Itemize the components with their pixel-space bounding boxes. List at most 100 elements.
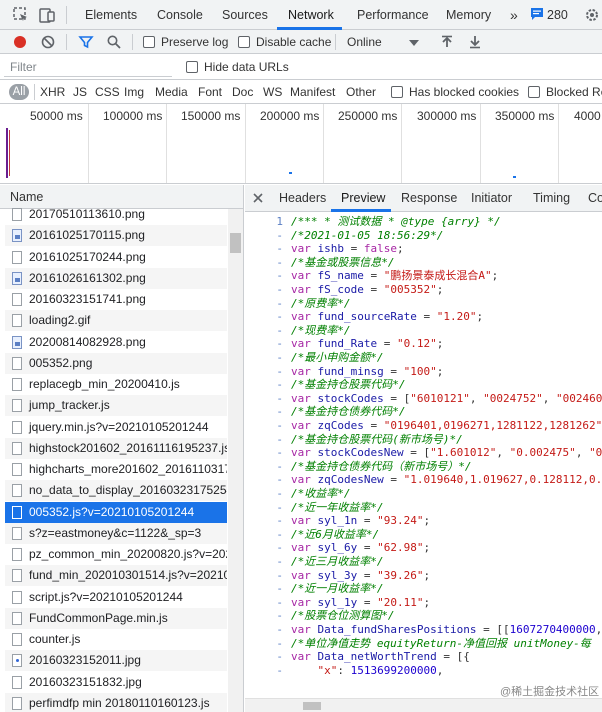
request-name: s?z=eastmoney&c=1122&_sp=3: [29, 525, 202, 540]
code-line: - var fund_minsg = "100";: [245, 365, 602, 379]
type-media-button[interactable]: Media: [155, 84, 188, 100]
code-token: ;: [423, 568, 431, 582]
tab-initiator[interactable]: Initiator: [471, 191, 512, 205]
record-icon[interactable]: [12, 34, 28, 50]
tab-elements[interactable]: Elements: [85, 0, 137, 30]
code-line: -/*近一年收益率*/: [245, 501, 602, 515]
request-row[interactable]: 20161025170244.png: [5, 247, 227, 268]
request-row[interactable]: no_data_to_display_20160323175254.: [5, 480, 227, 502]
more-tabs-button[interactable]: »: [510, 0, 518, 30]
tab-preview[interactable]: Preview: [341, 191, 385, 205]
type-font-button[interactable]: Font: [198, 84, 222, 100]
response-preview-code[interactable]: 1/*** * 测试数据 * @type {arry} */-/*2021-01…: [245, 213, 602, 698]
code-token: /*2021-01-05 18:56:29*/: [291, 228, 444, 242]
request-row[interactable]: FundCommonPage.min.js: [5, 607, 227, 629]
request-row[interactable]: perfimdfp min 20180110160123.js: [5, 692, 227, 712]
has-blocked-cookies-checkbox[interactable]: [391, 86, 403, 98]
request-row[interactable]: counter.js: [5, 629, 227, 650]
request-row[interactable]: 20170510113610.png: [5, 204, 227, 225]
request-row[interactable]: 005352.png: [5, 352, 227, 374]
code-token: var: [291, 595, 318, 609]
device-toolbar-icon[interactable]: [38, 6, 56, 24]
request-row[interactable]: 20200814082928.png: [5, 332, 227, 353]
timeline-gridline: [401, 104, 402, 183]
code-token: = [: [403, 446, 431, 460]
request-row[interactable]: s?z=eastmoney&c=1122&_sp=3: [5, 522, 227, 544]
tab-memory[interactable]: Memory: [446, 0, 491, 30]
code-token: var: [291, 310, 318, 324]
code-token: var: [291, 391, 318, 405]
request-row[interactable]: pz_common_min_20200820.js?v=202: [5, 544, 227, 565]
request-list-scrollbar[interactable]: [228, 209, 243, 712]
code-text: var syl_1y = "20.11";: [291, 596, 430, 610]
request-row-selected[interactable]: 005352.js?v=20210105201244: [5, 501, 227, 523]
tab-network[interactable]: Network: [288, 0, 334, 30]
timeline-tick-label: 250000 ms: [338, 109, 398, 123]
request-row[interactable]: 20160323151741.png: [5, 289, 227, 310]
code-text: var syl_3y = "39.26";: [291, 569, 430, 583]
settings-icon[interactable]: [584, 7, 600, 23]
filter-input[interactable]: [4, 58, 172, 77]
type-doc-button[interactable]: Doc: [232, 84, 253, 100]
type-js-button[interactable]: JS: [73, 84, 87, 100]
code-token: ;: [423, 541, 431, 555]
request-name: highstock201602_20161116195237.js: [29, 440, 227, 455]
disable-cache-checkbox[interactable]: [238, 36, 250, 48]
tab-console[interactable]: Console: [157, 0, 203, 30]
code-token: ;: [476, 310, 484, 324]
request-row[interactable]: script.js?v=20210105201244: [5, 587, 227, 608]
code-line: -/*基金持仓股票代码*/: [245, 378, 602, 392]
filter-icon[interactable]: [78, 34, 94, 50]
request-row[interactable]: jump_tracker.js: [5, 395, 227, 417]
search-icon[interactable]: [106, 34, 122, 50]
request-row[interactable]: 20160323151832.jpg: [5, 672, 227, 693]
messages-count[interactable]: 280: [547, 0, 568, 30]
preview-scroll-thumb[interactable]: [303, 702, 321, 710]
type-ws-button[interactable]: WS: [263, 84, 282, 100]
code-line: -/*收益率*/: [245, 487, 602, 501]
tab-cookies[interactable]: Co: [588, 191, 602, 205]
hide-data-urls-checkbox[interactable]: [186, 61, 198, 73]
request-row[interactable]: replacegb_min_20200410.js: [5, 374, 227, 395]
code-text: var fund_Rate = "0.12";: [291, 337, 443, 351]
line-number: -: [276, 487, 283, 500]
type-other-button[interactable]: Other: [346, 84, 376, 100]
clear-icon[interactable]: [40, 34, 56, 50]
code-token: /*近6月收益率*/: [291, 527, 380, 541]
request-row[interactable]: loading2.gif: [5, 310, 227, 332]
tab-response[interactable]: Response: [401, 191, 457, 205]
close-icon[interactable]: [253, 193, 263, 203]
blocked-requests-checkbox[interactable]: [528, 86, 540, 98]
messages-icon[interactable]: [530, 7, 544, 21]
preserve-log-checkbox[interactable]: [143, 36, 155, 48]
chevron-down-icon[interactable]: [409, 40, 419, 46]
request-row[interactable]: 20160323152011.jpg: [5, 650, 227, 672]
tab-timing[interactable]: Timing: [533, 191, 570, 205]
request-row[interactable]: 20161025170115.png: [5, 225, 227, 247]
type-img-button[interactable]: Img: [124, 84, 144, 100]
tab-headers[interactable]: Headers: [279, 191, 326, 205]
request-row[interactable]: highcharts_more201602_20161103171: [5, 459, 227, 480]
export-har-icon[interactable]: [467, 34, 483, 50]
type-css-button[interactable]: CSS: [95, 84, 120, 100]
tab-performance[interactable]: Performance: [357, 0, 429, 30]
dot-icon: [12, 654, 22, 668]
tab-sources[interactable]: Sources: [222, 0, 268, 30]
request-row[interactable]: highstock201602_20161116195237.js: [5, 437, 227, 459]
request-list: Name 20170510113610.png 20161025170115.pn…: [0, 185, 244, 712]
type-manifest-button[interactable]: Manifest: [290, 84, 335, 100]
request-row[interactable]: 20161026161302.png: [5, 267, 227, 289]
request-list-scroll-thumb[interactable]: [230, 233, 241, 253]
preview-horizontal-scrollbar[interactable]: [245, 698, 602, 712]
type-xhr-button[interactable]: XHR: [40, 84, 65, 100]
type-all-button[interactable]: All: [9, 84, 29, 100]
request-row[interactable]: jquery.min.js?v=20210105201244: [5, 417, 227, 438]
request-row[interactable]: fund_min_202010301514.js?v=202101: [5, 565, 227, 587]
code-token: /*近三月收益率*/: [291, 555, 384, 568]
code-token: ,: [469, 391, 484, 405]
network-overview-timeline[interactable]: 50000 ms 100000 ms 150000 ms 200000 ms 2…: [0, 104, 602, 184]
code-token: stockCodes: [317, 391, 384, 405]
import-har-icon[interactable]: [439, 34, 455, 50]
throttling-select[interactable]: Online: [347, 35, 382, 49]
inspect-element-icon[interactable]: [12, 6, 30, 24]
